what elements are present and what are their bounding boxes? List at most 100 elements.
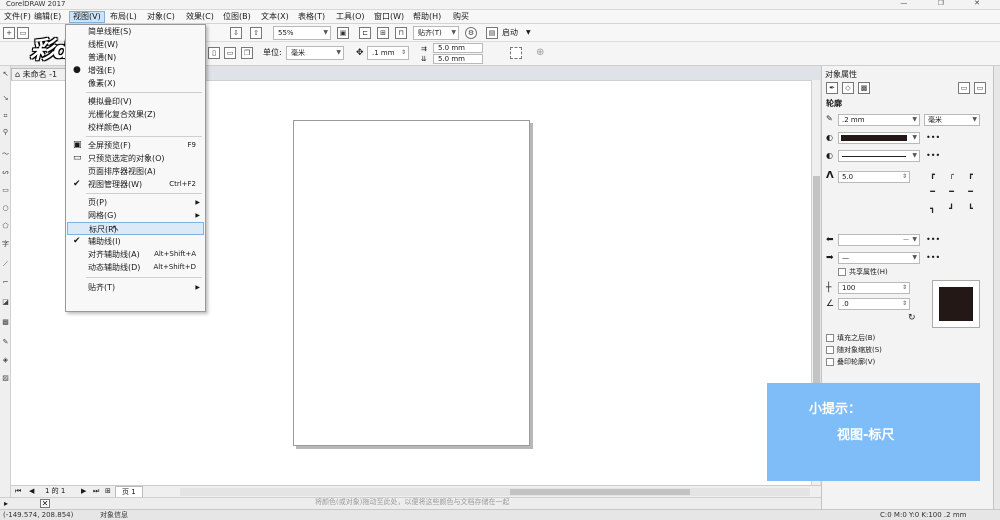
all-pages-icon[interactable]: ❐ bbox=[241, 47, 253, 59]
menu-tools[interactable]: 工具(O) bbox=[333, 11, 368, 23]
cap-round-icon[interactable]: ━ bbox=[945, 187, 958, 197]
drawing-page[interactable] bbox=[293, 120, 530, 446]
scale-with-object-checkbox[interactable] bbox=[826, 346, 834, 354]
options-gear-icon[interactable]: ⚙ bbox=[465, 27, 477, 39]
more-options-icon[interactable]: ••• bbox=[926, 252, 940, 264]
outline-color-picker[interactable]: ▼ bbox=[838, 132, 920, 144]
menu-item-normal[interactable]: 普通(N) bbox=[67, 51, 204, 64]
menu-item-enhanced[interactable]: ● 增强(E) bbox=[67, 64, 204, 77]
parallel-dimension-icon[interactable]: ⟋ bbox=[1, 260, 10, 269]
corner-miter-icon[interactable]: ┏ bbox=[926, 170, 939, 180]
palette-menu-icon[interactable]: ▸ bbox=[4, 498, 8, 509]
reset-icon[interactable]: ↻ bbox=[908, 312, 916, 324]
position-inside-icon[interactable]: ┗ bbox=[964, 204, 977, 214]
full-screen-icon[interactable]: ▣ bbox=[337, 27, 349, 39]
cap-butt-icon[interactable]: ━ bbox=[926, 187, 939, 197]
menu-effects[interactable]: 效果(C) bbox=[183, 11, 217, 23]
duplicate-distance-y-input[interactable]: 5.0 mm bbox=[433, 54, 483, 64]
nudge-distance-input[interactable]: .1 mm ⇕ bbox=[367, 46, 409, 60]
menu-item-page[interactable]: 页(P) ▶ bbox=[67, 196, 204, 209]
share-attributes-checkbox[interactable] bbox=[838, 268, 846, 276]
menu-item-wireframe[interactable]: 线框(W) bbox=[67, 38, 204, 51]
stretch-input[interactable]: 100 ⇕ bbox=[838, 282, 910, 294]
add-icon[interactable]: ⊕ bbox=[536, 47, 544, 59]
horizontal-scrollbar[interactable] bbox=[180, 488, 810, 496]
menu-help[interactable]: 帮助(H) bbox=[410, 11, 444, 23]
first-page-icon[interactable]: ⏮ bbox=[15, 486, 21, 497]
import-icon[interactable]: ⇩ bbox=[230, 27, 242, 39]
more-options-icon[interactable]: ••• bbox=[926, 234, 940, 246]
menu-item-guidelines[interactable]: ✔ 辅助线(I) bbox=[67, 235, 204, 248]
text-tool-icon[interactable]: 字 bbox=[1, 240, 10, 249]
show-grid-icon[interactable]: ⊞ bbox=[377, 27, 389, 39]
menu-item-snap-to[interactable]: 贴齐(T) ▶ bbox=[67, 281, 204, 294]
show-rulers-icon[interactable]: ⊏ bbox=[359, 27, 371, 39]
previous-page-icon[interactable]: ◀ bbox=[29, 486, 34, 497]
outline-width-input[interactable]: .2 mm ▼ bbox=[838, 114, 920, 126]
landscape-icon[interactable]: ▭ bbox=[224, 47, 236, 59]
position-outside-icon[interactable]: ┓ bbox=[926, 204, 939, 214]
menu-item-alignment-guides[interactable]: 对齐辅助线(A) Alt+Shift+A bbox=[67, 248, 204, 261]
vertical-scroll-thumb[interactable] bbox=[813, 176, 820, 396]
zoom-tool-icon[interactable]: ⚲ bbox=[1, 128, 10, 137]
angle-input[interactable]: .0 ⇕ bbox=[838, 298, 910, 310]
menu-item-full-screen-preview[interactable]: ▣ 全屏预览(F) F9 bbox=[67, 139, 204, 152]
transparency-icon[interactable]: ▩ bbox=[858, 82, 870, 94]
menu-item-rulers[interactable]: 标尺(R) ↖ bbox=[67, 222, 204, 235]
miter-limit-input[interactable]: 5.0 ⇕ bbox=[838, 171, 910, 183]
menu-edit[interactable]: 编辑(E) bbox=[31, 11, 64, 23]
no-color-icon[interactable]: ✕ bbox=[40, 499, 50, 508]
cap-square-icon[interactable]: ━ bbox=[964, 187, 977, 197]
menu-window[interactable]: 窗口(W) bbox=[371, 11, 407, 23]
menu-item-simple-wireframe[interactable]: 简单线框(S) bbox=[67, 25, 204, 38]
corner-round-icon[interactable]: ╭ bbox=[945, 170, 958, 180]
last-page-icon[interactable]: ⏭ bbox=[93, 486, 99, 497]
more-options-icon[interactable]: ••• bbox=[926, 132, 940, 144]
behind-fill-checkbox[interactable] bbox=[826, 334, 834, 342]
start-arrowhead-select[interactable]: — ▼ bbox=[838, 234, 920, 246]
new-document-icon[interactable]: + bbox=[3, 27, 15, 39]
outline-pen-icon[interactable]: ✒ bbox=[826, 82, 838, 94]
fill-bucket-icon[interactable]: ◇ bbox=[842, 82, 854, 94]
menu-item-grid[interactable]: 网格(G) ▶ bbox=[67, 209, 204, 222]
menu-table[interactable]: 表格(T) bbox=[295, 11, 328, 23]
position-center-icon[interactable]: ┛ bbox=[945, 204, 958, 214]
menu-item-proof-colors[interactable]: 校样颜色(A) bbox=[67, 121, 204, 134]
outline-unit-select[interactable]: 毫米 ▼ bbox=[924, 114, 980, 126]
menu-file[interactable]: 文件(F) bbox=[1, 11, 34, 23]
duplicate-distance-x-input[interactable]: 5.0 mm bbox=[433, 43, 483, 53]
horizontal-scroll-thumb[interactable] bbox=[510, 489, 690, 495]
menu-layout[interactable]: 布局(L) bbox=[107, 11, 140, 23]
ellipse-tool-icon[interactable]: ○ bbox=[1, 204, 10, 213]
application-launcher-icon[interactable]: ▤ bbox=[486, 27, 498, 39]
zoom-level-select[interactable]: 55% ▼ bbox=[273, 26, 331, 40]
document-tab[interactable]: ⌂ 未命名 -1 bbox=[11, 68, 71, 80]
menu-item-dynamic-guides[interactable]: 动态辅助线(D) Alt+Shift+D bbox=[67, 261, 204, 274]
more-options-icon[interactable]: ••• bbox=[926, 150, 940, 162]
add-page-icon[interactable]: ⊞ bbox=[105, 486, 111, 497]
line-style-select[interactable]: ▼ bbox=[838, 150, 920, 162]
freehand-tool-icon[interactable]: 〜 bbox=[1, 150, 10, 159]
snap-to-dropdown[interactable]: 贴齐(T) ▼ bbox=[413, 26, 459, 40]
end-arrowhead-select[interactable]: — ▼ bbox=[838, 252, 920, 264]
drop-shadow-icon[interactable]: ◪ bbox=[1, 298, 10, 307]
menu-item-preview-selected-only[interactable]: ▭ 只预览选定的对象(O) bbox=[67, 152, 204, 165]
menu-buy[interactable]: 购买 bbox=[450, 11, 472, 23]
menu-item-rasterize-complex-effects[interactable]: 光栅化复合效果(Z) bbox=[67, 108, 204, 121]
panel-float-icon[interactable]: ▭ bbox=[958, 82, 970, 94]
treat-as-filled-icon[interactable] bbox=[510, 47, 522, 59]
units-select[interactable]: 毫米 ▼ bbox=[286, 46, 344, 60]
pick-tool-icon[interactable]: ↖ bbox=[1, 70, 10, 79]
chevron-down-icon[interactable]: ▼ bbox=[526, 27, 531, 39]
menu-item-view-manager[interactable]: ✔ 视图管理器(W) Ctrl+F2 bbox=[67, 178, 204, 191]
portrait-icon[interactable]: ▯ bbox=[208, 47, 220, 59]
export-icon[interactable]: ⇧ bbox=[250, 27, 262, 39]
nib-preview[interactable] bbox=[932, 280, 980, 328]
open-icon[interactable]: ▭ bbox=[17, 27, 29, 39]
menu-object[interactable]: 对象(C) bbox=[144, 11, 178, 23]
polygon-tool-icon[interactable]: ⬠ bbox=[1, 222, 10, 231]
docker-side-tabs[interactable] bbox=[993, 66, 1000, 509]
launch-label[interactable]: 启动 bbox=[502, 27, 518, 39]
menu-item-page-sorter-view[interactable]: 页面排序器视图(A) bbox=[67, 165, 204, 178]
overprint-outline-checkbox[interactable] bbox=[826, 358, 834, 366]
